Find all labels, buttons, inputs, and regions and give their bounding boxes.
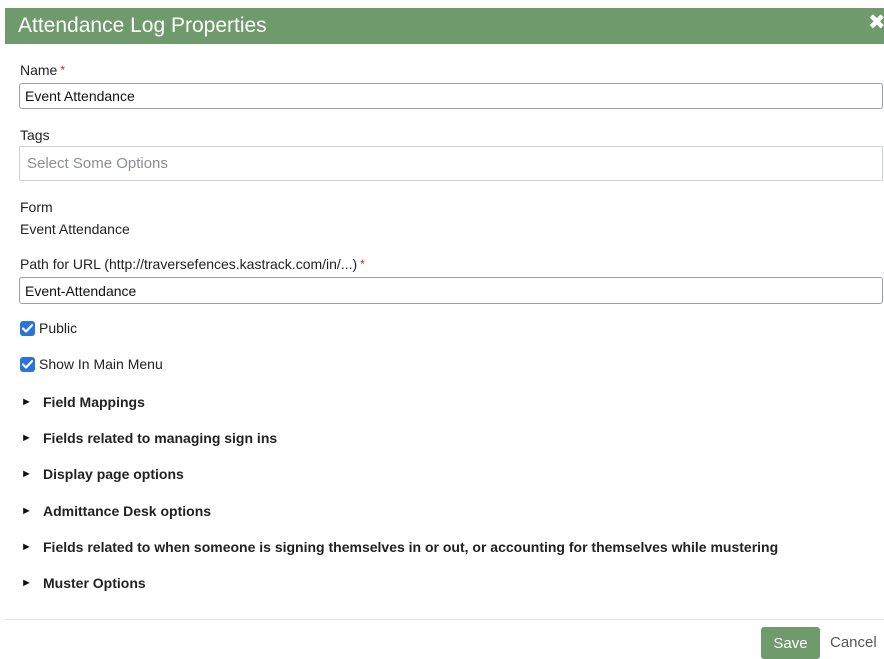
expand-triangle-icon: ► (21, 577, 32, 589)
section-muster-options[interactable]: ► Muster Options (21, 574, 146, 592)
save-button[interactable]: Save (761, 627, 820, 659)
show-in-main-menu-label: Show In Main Menu (39, 356, 163, 372)
expand-triangle-icon: ► (21, 541, 32, 553)
section-label: Fields related to managing sign ins (43, 430, 278, 446)
name-label-text: Name (20, 62, 58, 78)
expand-triangle-icon: ► (21, 432, 32, 444)
expand-triangle-icon: ► (21, 468, 32, 480)
public-label: Public (39, 320, 78, 336)
path-label-text: Path for URL (http://traversefences.kast… (20, 256, 358, 272)
section-label: Admittance Desk options (43, 503, 212, 519)
path-label: Path for URL (http://traversefences.kast… (20, 256, 365, 272)
public-checkbox[interactable] (20, 320, 35, 336)
section-field-mappings[interactable]: ► Field Mappings (21, 393, 145, 411)
close-icon[interactable]: ✖ (868, 12, 884, 34)
section-label: Field Mappings (43, 394, 145, 410)
section-managing-sign-ins[interactable]: ► Fields related to managing sign ins (21, 429, 277, 447)
cancel-button[interactable]: Cancel (830, 634, 877, 652)
section-display-page-options[interactable]: ► Display page options (21, 465, 184, 483)
form-label: Form (20, 199, 53, 215)
dialog-title: Attendance Log Properties (18, 14, 267, 37)
expand-triangle-icon: ► (21, 396, 32, 408)
public-checkbox-row[interactable]: Public (20, 319, 77, 337)
section-admittance-desk-options[interactable]: ► Admittance Desk options (21, 502, 211, 520)
dialog-header: Attendance Log Properties ✖ (5, 8, 884, 44)
show-in-main-menu-checkbox[interactable] (20, 356, 35, 372)
show-in-main-menu-checkbox-row[interactable]: Show In Main Menu (20, 355, 163, 373)
section-label: Muster Options (43, 575, 146, 591)
footer-divider (5, 619, 884, 620)
required-marker: * (360, 257, 365, 271)
name-label: Name * (20, 62, 65, 78)
form-value: Event Attendance (20, 221, 130, 237)
section-self-sign-in-mustering[interactable]: ► Fields related to when someone is sign… (21, 538, 778, 556)
tags-label: Tags (20, 127, 50, 143)
checkmark-icon (22, 323, 33, 333)
name-input[interactable] (19, 83, 883, 109)
path-input[interactable] (19, 277, 883, 304)
checkmark-icon (22, 359, 33, 369)
section-label: Display page options (43, 466, 184, 482)
section-label: Fields related to when someone is signin… (43, 539, 779, 555)
expand-triangle-icon: ► (21, 505, 32, 517)
tags-select[interactable]: Select Some Options (19, 146, 883, 181)
required-marker: * (60, 63, 66, 77)
